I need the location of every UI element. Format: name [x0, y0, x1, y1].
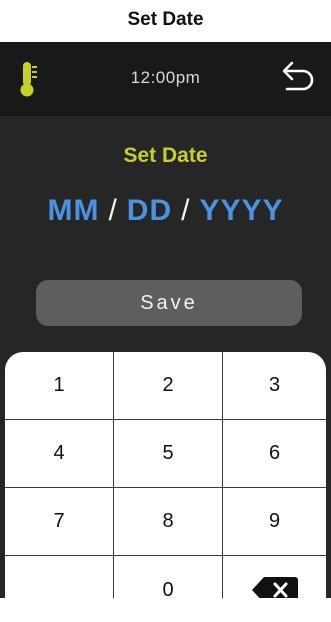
save-button[interactable]: Save [36, 280, 302, 326]
key-5[interactable]: 5 [114, 420, 223, 488]
date-display: MM / DD / YYYY [0, 194, 331, 228]
backspace-key[interactable] [223, 556, 326, 598]
year-field[interactable]: YYYY [199, 194, 283, 227]
key-0[interactable]: 0 [114, 556, 223, 598]
clock-time: 12:00pm [130, 68, 201, 87]
key-1[interactable]: 1 [5, 352, 114, 420]
key-8[interactable]: 8 [114, 488, 223, 556]
date-separator: / [181, 194, 191, 227]
device-screen: 12:00pm Set Date MM / DD / YYYY Save 1 2 3 4… [0, 42, 331, 598]
date-separator: / [108, 194, 118, 227]
key-7[interactable]: 7 [5, 488, 114, 556]
key-3[interactable]: 3 [223, 352, 326, 420]
back-arrow-icon[interactable] [277, 58, 317, 96]
thermometer-icon [20, 62, 37, 97]
key-9[interactable]: 9 [223, 488, 326, 556]
status-bar: 12:00pm [0, 42, 331, 116]
numeric-keypad: 1 2 3 4 5 6 7 8 9 0 [5, 352, 326, 598]
key-blank [5, 556, 114, 598]
key-4[interactable]: 4 [5, 420, 114, 488]
month-field[interactable]: MM [47, 194, 99, 227]
backspace-icon [251, 577, 298, 598]
key-6[interactable]: 6 [223, 420, 326, 488]
set-date-heading: Set Date [123, 144, 208, 167]
page-title: Set Date [127, 9, 204, 30]
key-2[interactable]: 2 [114, 352, 223, 420]
day-field[interactable]: DD [127, 194, 172, 227]
